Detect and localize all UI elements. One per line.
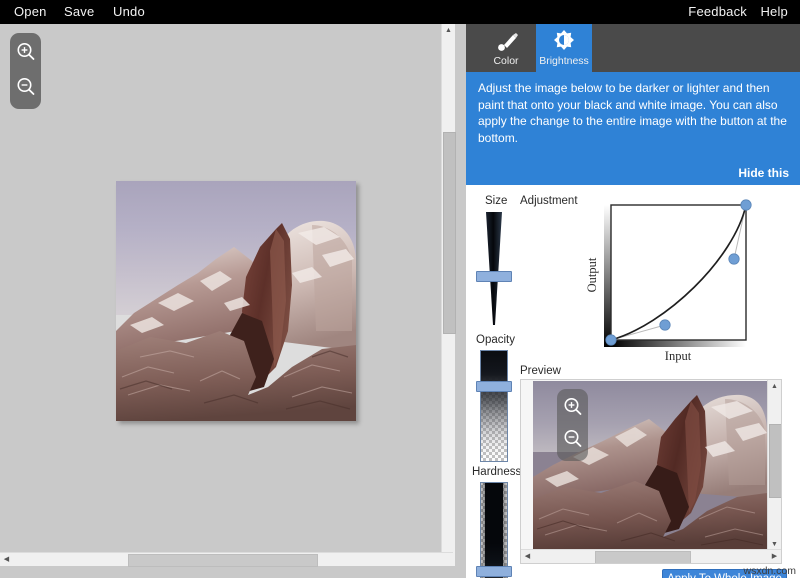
curve-point-black <box>605 334 617 346</box>
zoom-out-icon <box>564 430 582 447</box>
curve-y-axis-label: Output <box>585 257 599 292</box>
curve-x-axis-label: Input <box>665 349 692 363</box>
canvas-surface[interactable]: ▲ ▼ ◀ ▶ <box>0 24 456 567</box>
menu-item-open[interactable]: Open <box>14 4 47 19</box>
menu-item-save[interactable]: Save <box>64 4 94 19</box>
hardness-slider-handle[interactable] <box>476 566 512 577</box>
canvas-vertical-scrollbar[interactable]: ▲ ▼ <box>441 24 456 566</box>
curve-point-white <box>740 199 752 211</box>
opacity-slider-track <box>480 350 508 462</box>
hardness-slider-label: Hardness <box>472 466 522 478</box>
tab-color[interactable]: Color <box>478 24 534 72</box>
size-slider[interactable] <box>476 211 512 327</box>
canvas-horizontal-scroll-thumb[interactable] <box>128 554 318 567</box>
canvas-zoom-controls <box>10 33 41 109</box>
adjustment-curve-plot[interactable]: Output Input <box>582 187 758 363</box>
curve-output-ramp <box>604 205 611 347</box>
hardness-slider-track <box>480 482 508 578</box>
scroll-left-arrow-icon[interactable]: ◀ <box>0 553 13 566</box>
opacity-slider-label: Opacity <box>476 334 515 346</box>
canvas-vertical-scroll-thumb[interactable] <box>443 132 456 334</box>
menu-item-undo[interactable]: Undo <box>113 4 145 19</box>
canvas-image[interactable] <box>116 181 356 421</box>
canvas-area[interactable]: ▲ ▼ ◀ ▶ <box>0 24 466 578</box>
info-banner: Adjust the image below to be darker or l… <box>466 72 800 185</box>
preview-horizontal-scrollbar[interactable]: ◀ ▶ <box>521 549 781 563</box>
info-banner-text: Adjust the image below to be darker or l… <box>478 81 787 145</box>
curve-plot-frame <box>610 204 747 341</box>
menu-item-help[interactable]: Help <box>760 4 788 19</box>
preview-scroll-left-arrow-icon[interactable]: ◀ <box>521 550 534 563</box>
hardness-slider-border <box>480 482 508 578</box>
tab-color-label: Color <box>493 55 519 67</box>
image-editor-app: Open Save Undo Feedback Help ▲ ◀ Color B… <box>0 0 800 578</box>
preview-vertical-scroll-thumb[interactable] <box>769 424 781 498</box>
tab-brightness-label: Brightness <box>539 55 589 67</box>
preview-image[interactable] <box>533 381 767 550</box>
canvas-zoom-out-button[interactable] <box>14 73 38 101</box>
canvas-zoom-in-button[interactable] <box>14 38 38 66</box>
adjustment-label: Adjustment <box>520 195 578 207</box>
opacity-slider[interactable] <box>476 350 512 462</box>
menu-item-feedback[interactable]: Feedback <box>688 4 747 19</box>
canvas-photo-render <box>116 181 356 421</box>
tab-strip: Color Brightness <box>466 24 800 72</box>
scroll-up-arrow-icon[interactable]: ▲ <box>442 24 455 37</box>
hardness-slider[interactable] <box>476 482 512 578</box>
tab-brightness[interactable]: Brightness <box>536 24 592 72</box>
brightness-icon <box>536 29 592 51</box>
tools-panel: Color Brightness Adjust the image below … <box>466 24 800 578</box>
scrollbar-corner <box>442 553 455 566</box>
preview-vertical-scrollbar[interactable]: ▲ ▼ <box>767 380 781 551</box>
photo-mountain <box>116 220 356 421</box>
top-menu-bar: Open Save Undo Feedback Help <box>0 0 800 24</box>
curve-input-ramp <box>611 340 746 347</box>
adjustment-curve-widget[interactable]: Output Input <box>582 187 758 363</box>
size-slider-handle[interactable] <box>476 271 512 282</box>
canvas-horizontal-scrollbar[interactable]: ◀ ▶ <box>0 552 453 567</box>
opacity-slider-border <box>480 350 508 462</box>
preview-label: Preview <box>520 365 561 377</box>
zoom-in-icon <box>564 398 582 415</box>
preview-zoom-in-button[interactable] <box>561 393 585 421</box>
curve-point-highlight-handle <box>728 253 740 265</box>
opacity-slider-handle[interactable] <box>476 381 512 392</box>
curve-point-shadow-handle <box>659 319 671 331</box>
preview-scroll-right-arrow-icon[interactable]: ▶ <box>768 550 781 563</box>
hide-banner-button[interactable]: Hide this <box>738 166 789 180</box>
preview-panel[interactable]: ▲ ▼ ◀ ▶ <box>520 379 782 564</box>
preview-scroll-up-arrow-icon[interactable]: ▲ <box>768 380 781 393</box>
preview-zoom-out-button[interactable] <box>561 425 585 453</box>
paintbrush-icon <box>478 29 534 51</box>
zoom-in-icon <box>17 43 35 60</box>
preview-zoom-controls <box>557 389 588 461</box>
watermark: wsxdn.com <box>743 565 796 577</box>
preview-horizontal-scroll-thumb[interactable] <box>595 551 691 563</box>
size-slider-track <box>480 211 508 327</box>
zoom-out-icon <box>17 78 35 95</box>
size-slider-label: Size <box>485 195 508 207</box>
